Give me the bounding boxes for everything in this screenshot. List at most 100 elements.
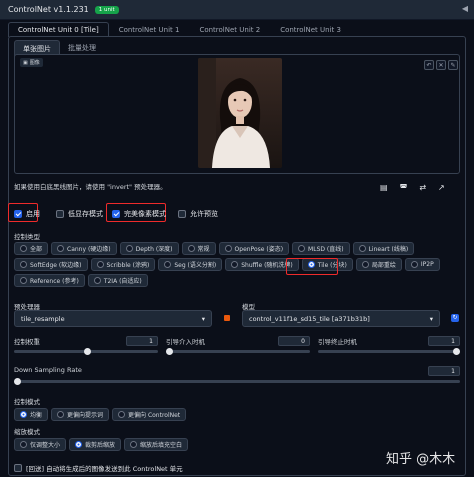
controlnet-header[interactable]: ControlNet v1.1.231 1 unit ◀ [0, 0, 474, 20]
radio-dot[interactable] [164, 261, 172, 268]
start-slider[interactable] [166, 348, 310, 355]
control-type-option[interactable]: 常规 [181, 242, 216, 255]
weight-input[interactable]: 1 [126, 336, 158, 346]
tab-unit-1[interactable]: ControlNet Unit 1 [109, 22, 190, 37]
radio-dot[interactable] [57, 245, 65, 252]
radio-dot[interactable] [187, 245, 195, 252]
control-type-option[interactable]: Depth (深度) [119, 242, 179, 255]
radio-dot[interactable] [361, 261, 369, 268]
tab-unit-2[interactable]: ControlNet Unit 2 [189, 22, 270, 37]
radio-dot[interactable] [93, 277, 101, 284]
send-dimensions-icon[interactable]: ↗ [438, 183, 445, 192]
control-type-option[interactable]: MLSD (直线) [292, 242, 350, 255]
control-mode-balanced[interactable]: 均衡 [14, 408, 49, 421]
radio-dot[interactable] [224, 245, 232, 252]
enable-checkbox[interactable]: 启用 [14, 209, 40, 219]
loopback-checkbox[interactable]: [回送] 自动将生成后的图像发送到此 ControlNet 单元 [14, 463, 183, 473]
start-slider-knob[interactable] [166, 348, 173, 355]
edit-icon[interactable]: ✎ [448, 60, 458, 70]
weight-slider[interactable] [14, 348, 158, 355]
control-type-option[interactable]: Scribble (涂鸦) [90, 258, 156, 271]
preprocessor-value: tile_resample [21, 314, 65, 323]
start-label: 引导介入时机 [166, 338, 205, 346]
option-label: 常规 [197, 246, 210, 253]
zhihu-watermark: 知乎 @木木 [386, 452, 456, 467]
model-select[interactable]: control_v11f1e_sd15_tile [a371b31b] ▾ [242, 310, 440, 327]
control-type-option[interactable]: Lineart (线稿) [352, 242, 415, 255]
option-label: Reference (参考) [30, 278, 79, 285]
resize-and-fill[interactable]: 缩放后填充空白 [124, 438, 189, 451]
down-sampling-knob[interactable] [14, 378, 21, 385]
radio-dot[interactable] [125, 245, 133, 252]
radio-dot[interactable] [231, 261, 239, 268]
control-type-option[interactable]: SoftEdge (软边缘) [14, 258, 88, 271]
resize-mode-label: 缩放模式 [14, 428, 40, 436]
input-image[interactable] [198, 58, 282, 168]
down-sampling-label: Down Sampling Rate [14, 366, 82, 374]
run-preprocessor-icon[interactable] [224, 315, 230, 321]
down-sampling-slider[interactable] [14, 378, 460, 385]
preprocessor-select[interactable]: tile_resample ▾ [14, 310, 212, 327]
option-label: SoftEdge (软边缘) [30, 262, 82, 269]
resize-crop-and-resize[interactable]: 裁剪后缩放 [69, 438, 122, 451]
control-type-option[interactable]: Reference (参考) [14, 274, 85, 287]
allow-preview-checkbox[interactable]: 允许预览 [178, 209, 218, 219]
allow-preview-check[interactable] [178, 210, 186, 218]
radio-dot[interactable] [130, 441, 138, 448]
control-type-option[interactable]: Seg (语义分割) [158, 258, 223, 271]
mirror-icon[interactable]: ⇄ [419, 183, 426, 192]
low-vram-checkbox[interactable]: 低显存模式 [56, 209, 103, 219]
refresh-models-icon[interactable]: ↻ [451, 314, 459, 322]
pixel-perfect-check[interactable] [112, 210, 120, 218]
radio-dot[interactable] [96, 261, 104, 268]
end-slider[interactable] [318, 348, 460, 355]
tab-unit-3[interactable]: ControlNet Unit 3 [270, 22, 351, 37]
radio-dot[interactable] [75, 441, 83, 448]
undo-icon[interactable]: ↶ [424, 60, 434, 70]
control-type-option[interactable]: OpenPose (姿态) [218, 242, 290, 255]
down-sampling-input[interactable]: 1 [428, 366, 460, 376]
pixel-perfect-checkbox[interactable]: 完美像素模式 [112, 209, 166, 219]
low-vram-check[interactable] [56, 210, 64, 218]
control-type-option[interactable]: T2IA (自适应) [87, 274, 148, 287]
control-mode-controlnet[interactable]: 更偏向 ControlNet [112, 408, 187, 421]
start-input[interactable]: 0 [278, 336, 310, 346]
radio-dot[interactable] [410, 261, 418, 268]
clear-icon[interactable]: ✕ [436, 60, 446, 70]
option-label: MLSD (直线) [308, 246, 344, 253]
radio-dot[interactable] [20, 261, 27, 268]
tab-unit-0[interactable]: ControlNet Unit 0 [Tile] [8, 22, 109, 37]
control-type-option[interactable]: IP2P [404, 258, 440, 271]
resize-just-resize[interactable]: 仅调整大小 [14, 438, 67, 451]
option-label: 更偏向提示词 [67, 412, 104, 419]
radio-dot[interactable] [20, 277, 27, 284]
end-slider-knob[interactable] [453, 348, 460, 355]
radio-dot[interactable] [20, 441, 27, 448]
webcam-icon[interactable]: ◚ [400, 183, 408, 192]
option-label: 缩放后填充空白 [140, 442, 183, 449]
invert-hint: 如果使用白底黑线图片，请使用 "invert" 预处理器。 [14, 183, 167, 191]
radio-dot[interactable] [118, 411, 126, 418]
control-type-option[interactable]: 全部 [14, 242, 49, 255]
model-value: control_v11f1e_sd15_tile [a371b31b] [249, 314, 370, 323]
option-label: IP2P [420, 261, 434, 268]
radio-dot[interactable] [20, 411, 27, 418]
open-new-canvas-icon[interactable]: ▤ [380, 183, 388, 192]
collapse-icon[interactable]: ◀ [462, 4, 468, 13]
option-label: T2IA (自适应) [103, 278, 142, 285]
weight-slider-knob[interactable] [84, 348, 91, 355]
enable-check[interactable] [14, 210, 22, 218]
control-type-option[interactable]: 局部重绘 [355, 258, 402, 271]
chevron-down-icon: ▾ [201, 314, 205, 323]
option-label: 局部重绘 [371, 262, 396, 269]
loopback-check[interactable] [14, 464, 22, 472]
end-input[interactable]: 1 [428, 336, 460, 346]
radio-dot[interactable] [57, 411, 65, 418]
control-mode-label: 控制模式 [14, 398, 40, 406]
radio-dot[interactable] [20, 245, 27, 252]
radio-dot[interactable] [358, 245, 366, 252]
control-mode-prompt[interactable]: 更偏向提示词 [51, 408, 110, 421]
radio-dot[interactable] [298, 245, 306, 252]
control-type-option[interactable]: Canny (硬边缘) [51, 242, 117, 255]
image-icon: ▣ [23, 59, 28, 66]
